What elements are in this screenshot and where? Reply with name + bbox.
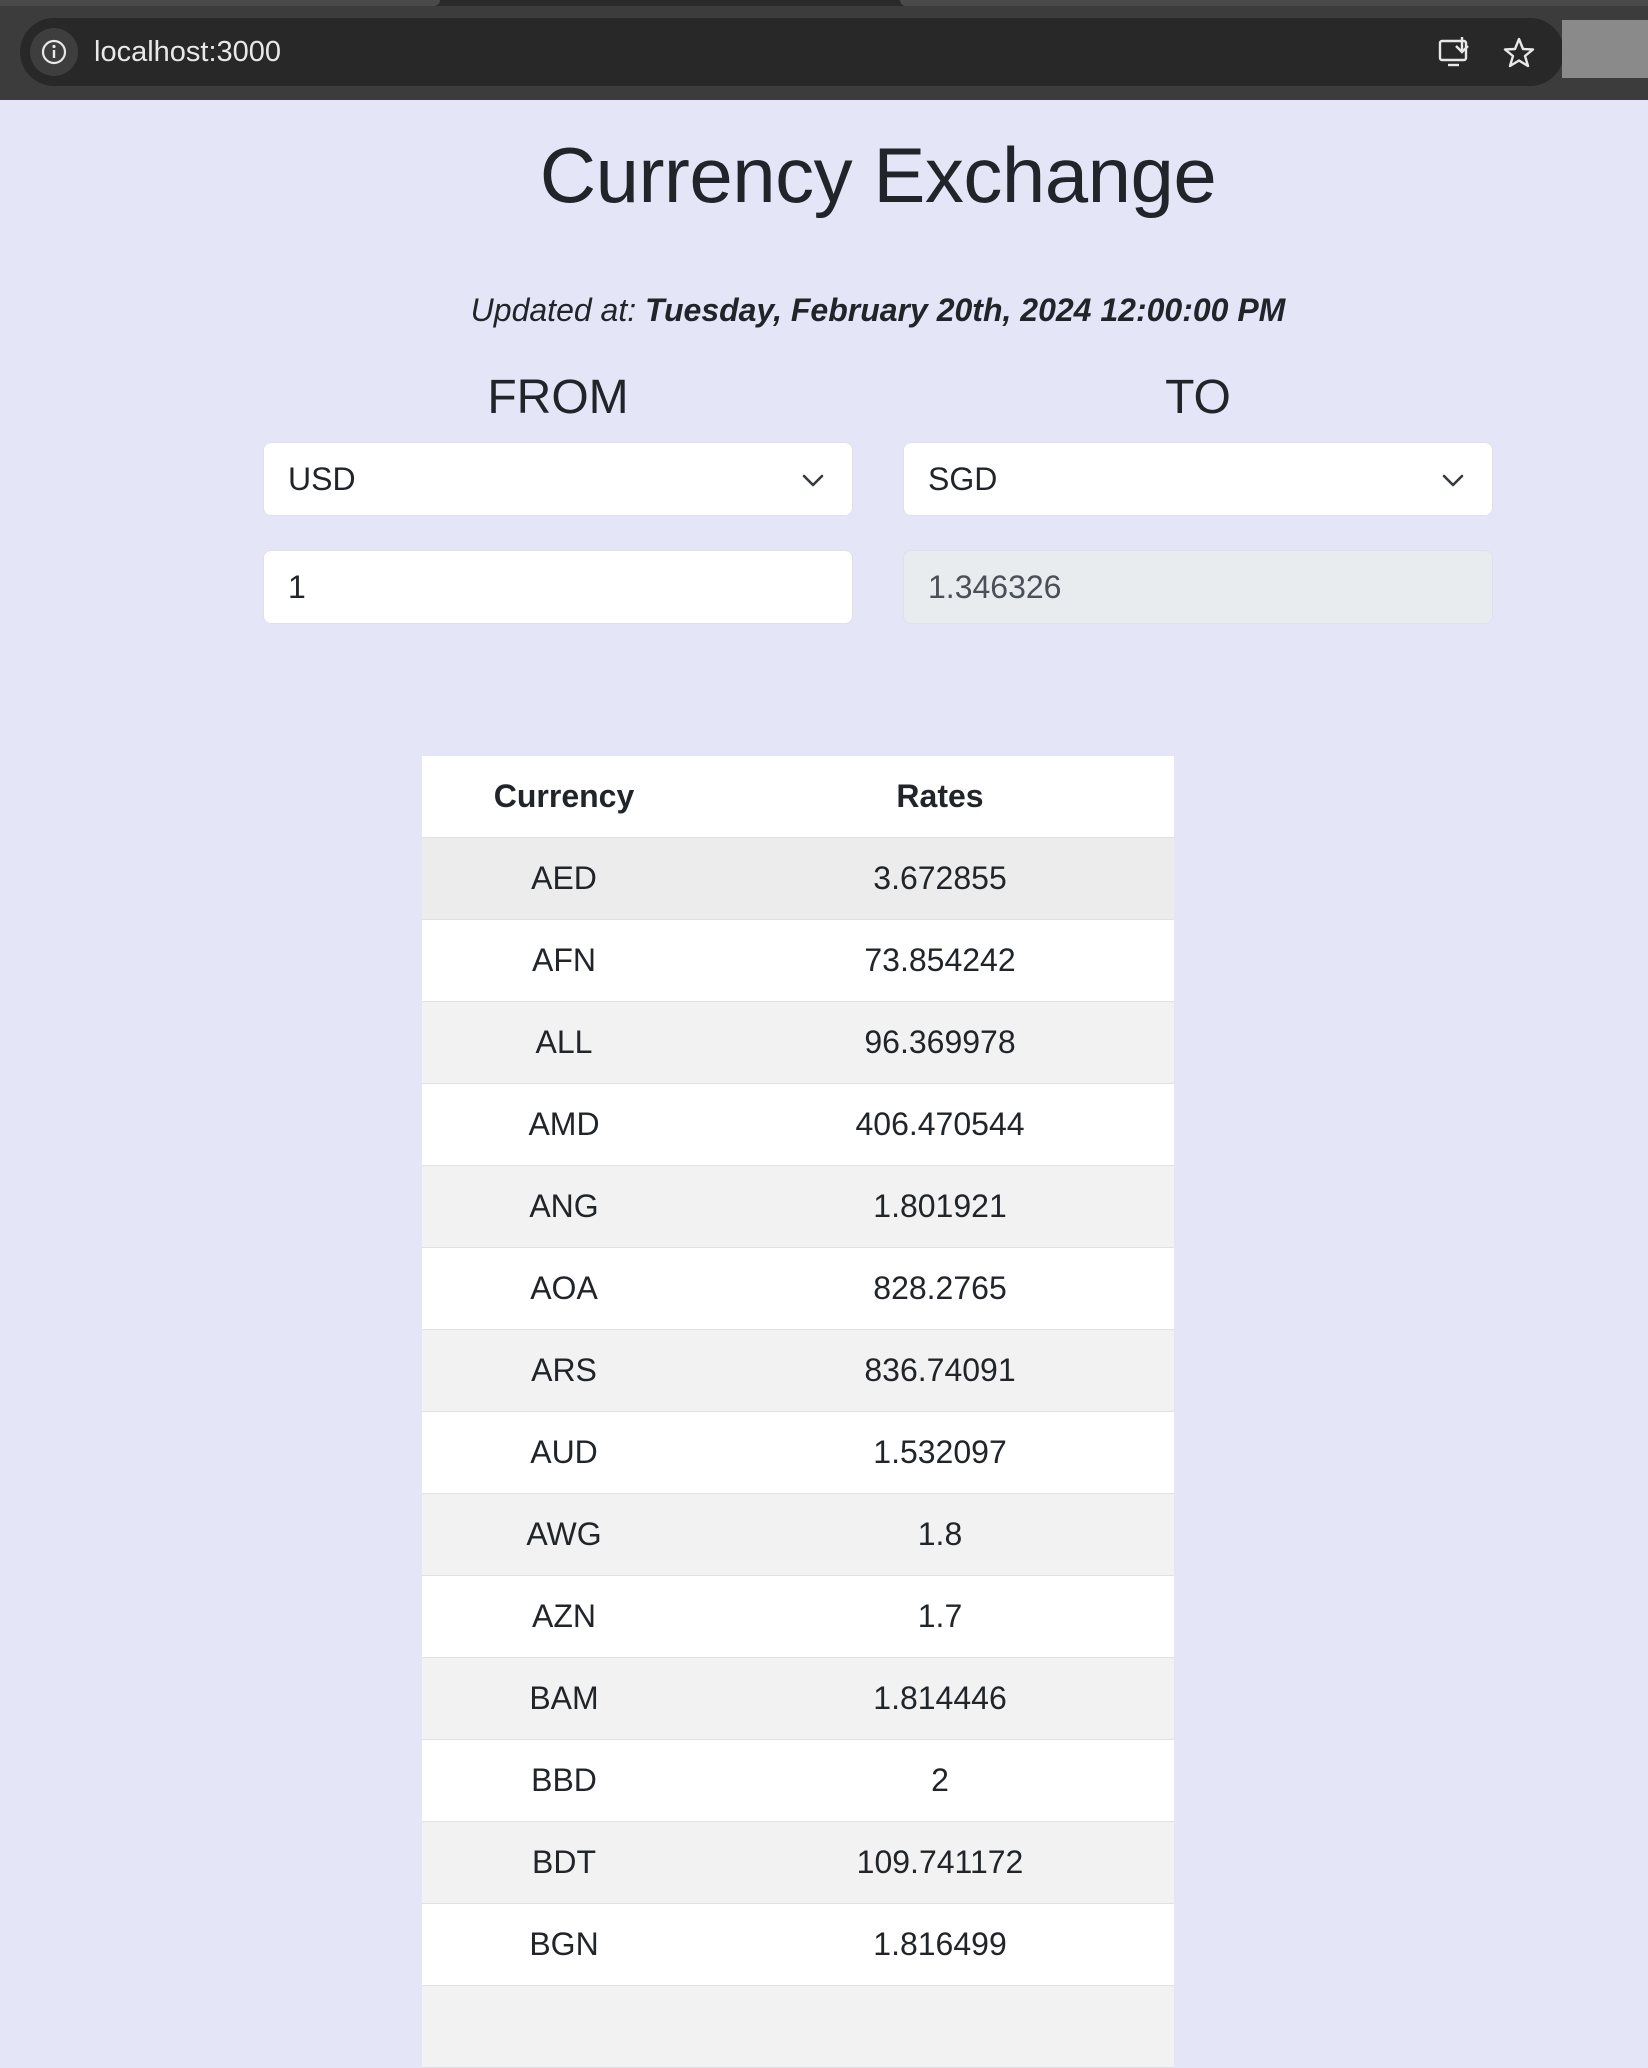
table-row: ALL 96.369978 [422,1001,1174,1084]
column-header-currency: Currency [422,756,706,838]
currency-code: ARS [422,1329,706,1412]
currency-code [422,1985,706,2068]
currency-code: BBD [422,1739,706,1822]
browser-toolbar: localhost:3000 [0,0,1648,100]
chevron-down-icon [1442,474,1464,487]
tab-right[interactable] [900,0,1648,6]
page-title: Currency Exchange [539,131,1217,219]
table-row: BGN 1.816499 [422,1903,1174,1986]
address-bar[interactable]: localhost:3000 [20,18,1564,86]
currency-rate: 3.672855 [706,837,1174,920]
from-currency-select[interactable]: USD [263,442,853,516]
currency-code: AED [422,837,706,920]
table-row: AWG 1.8 [422,1493,1174,1576]
currency-rate [706,1985,1174,2068]
currency-rate: 73.854242 [706,919,1174,1002]
currency-code: AOA [422,1247,706,1330]
to-label: TO [1165,371,1231,424]
currency-rate: 836.74091 [706,1329,1174,1412]
rates-table: Currency Rates AED 3.672855 AFN 73.854242 … [422,756,1174,2068]
currency-code: ALL [422,1001,706,1084]
currency-rate: 1.8 [706,1493,1174,1576]
currency-rate: 1.7 [706,1575,1174,1658]
chevron-down-icon [802,474,824,487]
table-row: AUD 1.532097 [422,1411,1174,1494]
currency-code: BGN [422,1903,706,1986]
table-row: AFN 73.854242 [422,919,1174,1002]
table-row: AOA 828.2765 [422,1247,1174,1330]
table-row: AED 3.672855 [422,837,1174,920]
currency-rate: 828.2765 [706,1247,1174,1330]
profile-avatar[interactable] [1562,20,1648,78]
currency-rate: 109.741172 [706,1821,1174,1904]
from-amount-input[interactable]: 1 [263,550,853,624]
table-row [422,1985,1174,2068]
updated-label: Updated at: [470,292,637,328]
from-label: FROM [487,371,629,424]
to-currency-select[interactable]: SGD [903,442,1493,516]
currency-code: AWG [422,1493,706,1576]
currency-rate: 1.814446 [706,1657,1174,1740]
table-row: BDT 109.741172 [422,1821,1174,1904]
table-row: BAM 1.814446 [422,1657,1174,1740]
currency-code: ANG [422,1165,706,1248]
table-row: ARS 836.74091 [422,1329,1174,1412]
table-row: ANG 1.801921 [422,1165,1174,1248]
currency-rate: 406.470544 [706,1083,1174,1166]
updated-value: Tuesday, February 20th, 2024 12:00:00 PM [645,292,1286,328]
currency-code: AUD [422,1411,706,1494]
currency-code: AFN [422,919,706,1002]
table-header-row: Currency Rates [422,756,1174,838]
info-icon[interactable] [30,28,78,76]
tab-left[interactable] [0,0,440,6]
table-row: AZN 1.7 [422,1575,1174,1658]
currency-code: AMD [422,1083,706,1166]
currency-rate: 1.801921 [706,1165,1174,1248]
currency-code: BAM [422,1657,706,1740]
star-icon[interactable] [1500,34,1538,72]
to-currency-value: SGD [928,461,998,497]
column-header-rates: Rates [706,756,1174,838]
table-row: AMD 406.470544 [422,1083,1174,1166]
currency-rate: 96.369978 [706,1001,1174,1084]
currency-code: AZN [422,1575,706,1658]
currency-rate: 1.816499 [706,1903,1174,1986]
to-amount-output: 1.346326 [903,550,1493,624]
tab-strip [0,0,1648,6]
currency-rate: 1.532097 [706,1411,1174,1494]
updated-timestamp: Updated at: Tuesday, February 20th, 2024… [0,292,1648,329]
table-row: BBD 2 [422,1739,1174,1822]
url-text[interactable]: localhost:3000 [94,18,281,86]
install-app-icon[interactable] [1436,34,1474,72]
currency-code: BDT [422,1821,706,1904]
from-currency-value: USD [288,461,356,497]
currency-rate: 2 [706,1739,1174,1822]
